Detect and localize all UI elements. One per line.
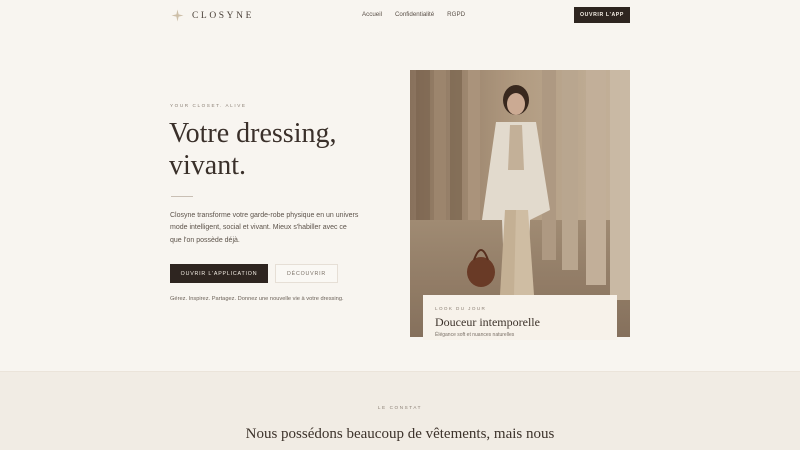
constat-title: Nous possédons beaucoup de vêtements, ma…: [245, 426, 555, 442]
hero-description: Closyne transforme votre garde-robe phys…: [170, 212, 359, 244]
nav-link-rgpd[interactable]: RGPD: [447, 11, 465, 18]
look-eyebrow: LOOK DU JOUR: [435, 306, 487, 311]
look-title: Douceur intemporelle: [435, 315, 540, 329]
hero-note: Gérez. Inspirez. Partagez. Donnez une no…: [170, 296, 344, 302]
star-mark-icon: [171, 9, 184, 22]
top-nav: CLOSYNE Accueil Confidentialité RGPD OUV…: [0, 0, 800, 30]
brand-name: CLOSYNE: [192, 10, 255, 21]
brand-logo[interactable]: CLOSYNE: [171, 9, 254, 22]
open-app-button[interactable]: OUVRIR L'APP: [574, 7, 630, 23]
hero-title-line-2: vivant.: [169, 150, 246, 181]
nav-link-accueil[interactable]: Accueil: [362, 11, 382, 18]
hero-eyebrow: YOUR CLOSET. ALIVE: [170, 103, 247, 108]
look-of-the-day-card: LOOK DU JOUR Douceur intemporelle Élégan…: [423, 295, 617, 340]
look-subtitle: Élégance soft et nuances naturelles: [435, 332, 515, 338]
hero-divider: [171, 196, 193, 197]
nav-links: Accueil Confidentialité RGPD: [362, 11, 465, 18]
hero-title: Votre dressing, vivant.: [169, 118, 389, 182]
nav-link-confidentialite[interactable]: Confidentialité: [395, 11, 434, 18]
hero-title-line-1: Votre dressing,: [169, 118, 337, 149]
constat-eyebrow: LE CONSTAT: [377, 405, 423, 410]
constat-section: LE CONSTAT Nous possédons beaucoup de vê…: [0, 371, 800, 450]
discover-button[interactable]: DÉCOUVRIR: [275, 264, 338, 283]
open-application-button[interactable]: OUVRIR L'APPLICATION: [170, 264, 268, 283]
